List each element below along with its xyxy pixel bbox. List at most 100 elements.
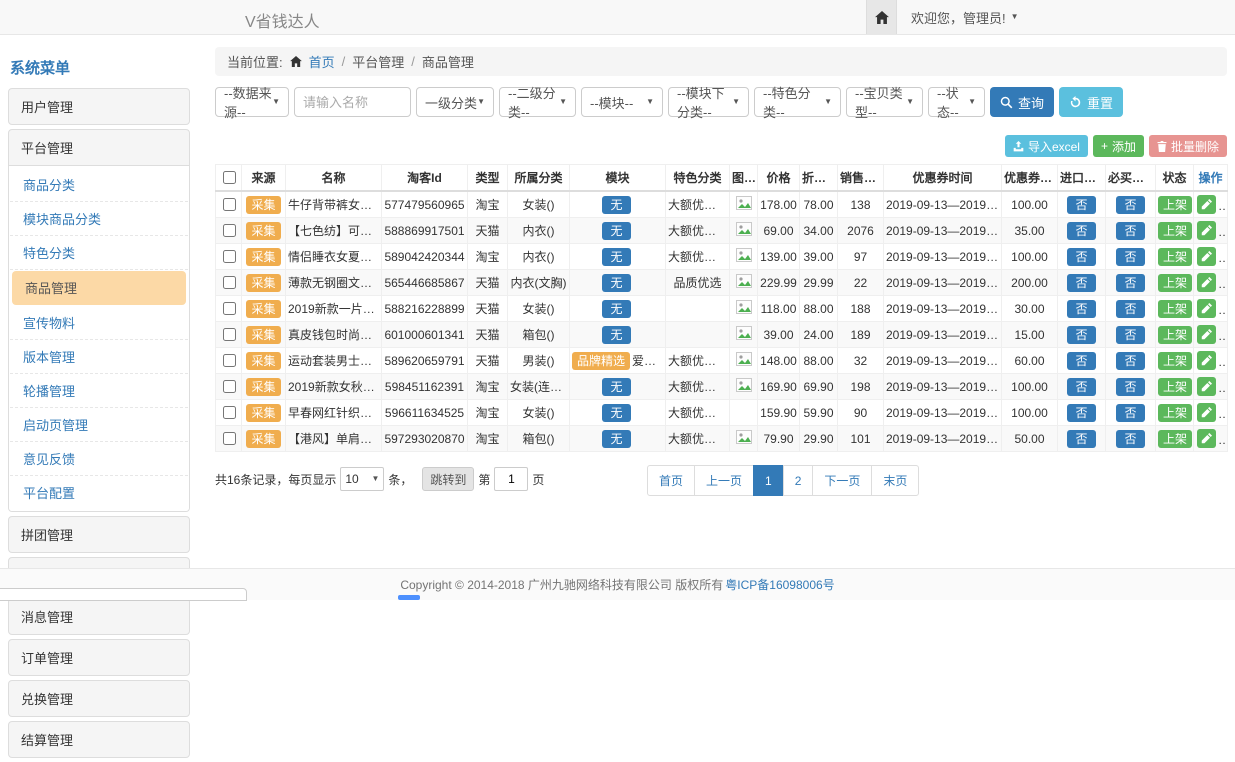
add-button[interactable]: + 添加 [1093,135,1144,157]
sidebar-group-heading[interactable]: 订单管理 [9,640,189,675]
sidebar-subitem[interactable]: 意见反馈 [10,442,188,476]
sales-count: 198 [838,374,884,400]
search-button[interactable]: 查询 [990,87,1054,117]
row-checkbox[interactable] [223,250,236,263]
row-checkbox[interactable] [223,328,236,341]
sidebar-subitem[interactable]: 启动页管理 [10,408,188,442]
breadcrumb-home-link[interactable]: 首页 [309,52,335,71]
category: 内衣() [508,218,570,244]
sidebar-group-users-heading[interactable]: 用户管理 [9,89,189,124]
edit-button[interactable] [1197,429,1216,448]
sidebar-subitem[interactable]: 轮播管理 [10,374,188,408]
sales-count: 101 [838,426,884,452]
chevron-down-icon: ▼ [906,98,914,106]
home-nav-button[interactable] [866,0,897,34]
sidebar-group-heading[interactable]: 拼团管理 [9,517,189,552]
row-checkbox[interactable] [223,198,236,211]
sidebar-subitem[interactable]: 平台配置 [10,476,188,509]
sidebar-group-heading[interactable]: 消息管理 [9,599,189,634]
page-button-下一页[interactable]: 下一页 [812,465,872,496]
jump-button[interactable]: 跳转到 [422,467,474,491]
coupon-amount: 100.00 [1002,191,1058,218]
discount-price: 34.00 [800,218,838,244]
row-checkbox[interactable] [223,380,236,393]
edit-button[interactable] [1197,351,1216,370]
source-badge: 采集 [246,222,280,240]
sidebar-group-users: 用户管理 [8,88,190,125]
sidebar-subitem-active[interactable]: 商品管理 [12,271,186,305]
row-checkbox[interactable] [223,302,236,315]
sidebar-group-platform-heading[interactable]: 平台管理 [9,130,189,165]
item-type-select[interactable]: --宝贝类型-- ▼ [846,87,923,117]
imported-badge: 否 [1067,352,1095,370]
shop-type: 天猫 [468,322,508,348]
edit-button[interactable] [1197,247,1216,266]
jump-page-input[interactable] [494,467,528,491]
taoke-id: 577479560965 [382,191,468,218]
import-excel-button[interactable]: 导入excel [1005,135,1088,157]
row-checkbox[interactable] [223,406,236,419]
user-menu[interactable]: 欢迎您，管理员! ▼ [911,8,1019,27]
row-checkbox[interactable] [223,354,236,367]
sidebar-group-heading[interactable]: 兑换管理 [9,681,189,716]
level1-category-select[interactable]: 一级分类 ▼ [416,87,494,117]
row-checkbox[interactable] [223,276,236,289]
sidebar-subitem[interactable]: 特色分类 [10,236,188,270]
module-select[interactable]: --模块-- ▼ [581,87,663,117]
status-badge: 上架 [1158,196,1192,214]
must-buy-badge: 否 [1116,248,1144,266]
edit-button[interactable] [1197,221,1216,240]
table-toolbar: 导入excel + 添加 批量删除 [215,135,1227,157]
sales-count: 2076 [838,218,884,244]
sales-count: 188 [838,296,884,322]
product-thumbnail-icon [736,196,752,210]
status-badge: 上架 [1158,222,1192,240]
shop-type: 淘宝 [468,426,508,452]
edit-button[interactable] [1197,195,1216,214]
select-all-checkbox[interactable] [223,171,236,184]
chevron-down-icon: ▼ [732,98,740,106]
chevron-down-icon: ▼ [968,98,976,106]
taoke-id: 601000601341 [382,322,468,348]
price: 148.00 [758,348,800,374]
reset-button[interactable]: 重置 [1059,87,1123,117]
icp-link[interactable]: 粤ICP备16098006号 [725,576,834,593]
status-badge: 上架 [1158,300,1192,318]
level2-category-select[interactable]: --二级分类-- ▼ [499,87,576,117]
price: 229.99 [758,270,800,296]
must-buy-badge: 否 [1116,300,1144,318]
feature-category-select[interactable]: --特色分类-- ▼ [754,87,841,117]
module-sub-select[interactable]: --模块下分类-- ▼ [668,87,749,117]
row-checkbox[interactable] [223,432,236,445]
page-button-末页[interactable]: 末页 [871,465,919,496]
sidebar-subitem[interactable]: 模块商品分类 [10,202,188,236]
product-thumbnail-icon [736,222,752,236]
status-select[interactable]: --状态-- ▼ [928,87,985,117]
sidebar-group-heading[interactable]: 结算管理 [9,722,189,757]
edit-button[interactable] [1197,273,1216,292]
must-buy-badge: 否 [1116,378,1144,396]
edit-button[interactable] [1197,377,1216,396]
row-checkbox[interactable] [223,224,236,237]
imported-badge: 否 [1067,196,1095,214]
edit-button[interactable] [1197,325,1216,344]
sidebar-subitem[interactable]: 商品分类 [10,168,188,202]
name-search-input[interactable] [294,87,411,117]
page-button-首页[interactable]: 首页 [647,465,695,496]
page-button-2[interactable]: 2 [783,465,814,496]
page-button-1[interactable]: 1 [753,465,784,496]
edit-button[interactable] [1197,403,1216,422]
edit-button[interactable] [1197,299,1216,318]
taoke-id: 588869917501 [382,218,468,244]
shop-type: 天猫 [468,218,508,244]
page-button-上一页[interactable]: 上一页 [694,465,754,496]
per-page-select[interactable]: 10 ▼ [340,467,384,491]
sidebar-subitem[interactable]: 版本管理 [10,340,188,374]
status-badge: 上架 [1158,248,1192,266]
batch-delete-button[interactable]: 批量删除 [1149,135,1227,157]
status-badge: 上架 [1158,274,1192,292]
data-source-select[interactable]: --数据来源-- ▼ [215,87,289,117]
sidebar-subitem[interactable]: 宣传物料 [10,306,188,340]
source-badge: 采集 [246,404,280,422]
discount-price: 29.99 [800,270,838,296]
